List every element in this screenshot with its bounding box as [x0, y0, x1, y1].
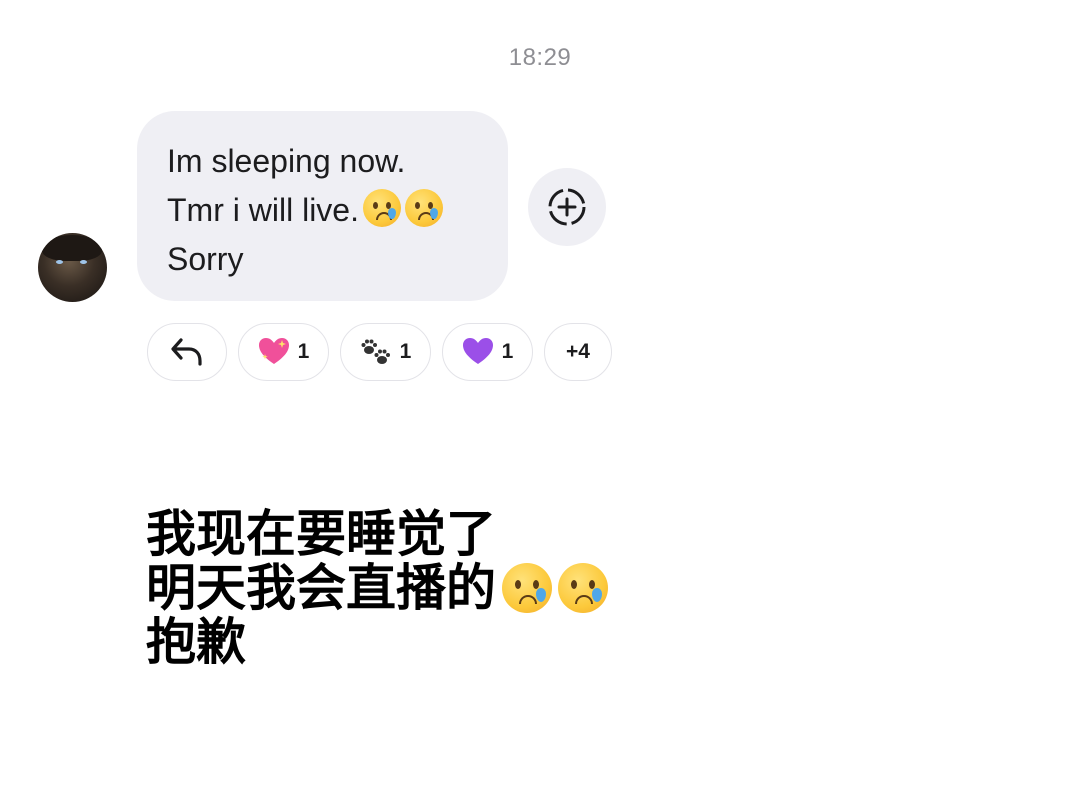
reactions-bar: 1 1 1 +4 [147, 323, 612, 383]
reaction-count: 1 [297, 340, 310, 363]
caption-line-2: 明天我会直播的 [146, 561, 608, 615]
message-timestamp: 18:29 [508, 44, 572, 71]
paw-prints-icon [361, 339, 390, 364]
reaction-count: 1 [399, 340, 412, 363]
purple-heart-icon [462, 338, 493, 364]
add-reaction-icon [548, 188, 586, 226]
reply-arrow-icon [171, 338, 202, 366]
crying-face-icon [558, 563, 608, 613]
translation-caption: 我现在要睡觉了 明天我会直播的 抱歉 [146, 507, 608, 669]
add-reaction-button[interactable] [528, 168, 606, 246]
crying-face-icon [404, 189, 443, 227]
reply-button[interactable] [147, 323, 227, 381]
caption-line-1: 我现在要睡觉了 [146, 505, 496, 563]
avatar-eye-left [56, 260, 63, 264]
crying-face-icon [502, 563, 552, 613]
crying-face-icon [362, 189, 401, 227]
message-line-2: Tmr i will live. [167, 186, 488, 235]
reaction-paw-prints[interactable]: 1 [340, 323, 431, 381]
message-bubble[interactable]: Im sleeping now. Tmr i will live. Sorry [137, 111, 508, 301]
reaction-purple-heart[interactable]: 1 [442, 323, 533, 381]
more-reactions-button[interactable]: +4 [544, 323, 612, 381]
reaction-sparkling-heart[interactable]: 1 [238, 323, 329, 381]
reaction-count: 1 [501, 340, 514, 363]
sender-avatar[interactable] [38, 233, 107, 302]
more-reactions-count: +4 [566, 340, 590, 363]
sparkling-heart-icon [258, 338, 289, 364]
avatar-hair [42, 235, 102, 261]
message-line-3: Sorry [167, 241, 244, 277]
avatar-eye-right [80, 260, 87, 264]
caption-line-3: 抱歉 [146, 613, 246, 671]
message-line-1: Im sleeping now. [167, 143, 406, 179]
